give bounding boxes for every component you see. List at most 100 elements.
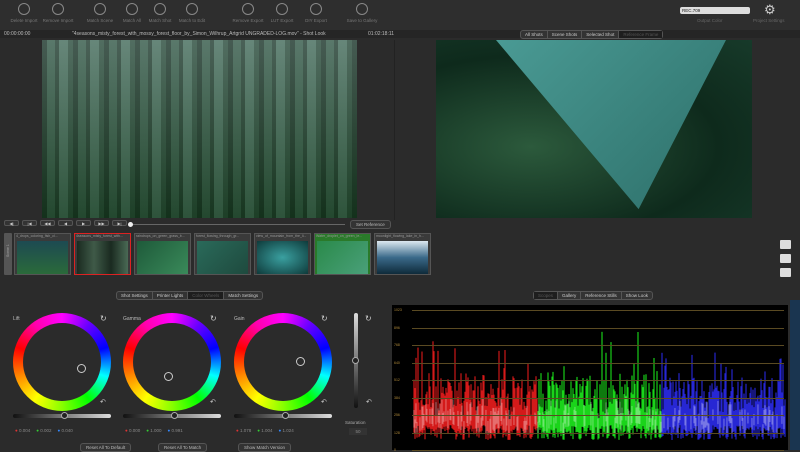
tool-5-button[interactable]: Match to Edit bbox=[172, 3, 212, 23]
blue-value[interactable]: 0.040 bbox=[61, 428, 72, 433]
transport-button-5[interactable]: ▶▶ bbox=[94, 220, 109, 226]
scope-gridline bbox=[412, 310, 784, 311]
lift-color-wheel[interactable] bbox=[13, 313, 111, 411]
gallery-icon bbox=[356, 3, 368, 15]
blue-value[interactable]: 0.991 bbox=[171, 428, 182, 433]
tab-match-settings[interactable]: Match Settings bbox=[224, 292, 262, 299]
scope-gridline bbox=[412, 362, 784, 364]
green-value[interactable]: 1.004 bbox=[261, 428, 272, 433]
shot-thumbnail[interactable]: forest_flowing_through_gr... bbox=[194, 233, 251, 275]
timeline-scrubber[interactable] bbox=[128, 222, 345, 227]
saturation-label: Saturation bbox=[345, 420, 366, 425]
green-value[interactable]: 0.002 bbox=[40, 428, 51, 433]
shot-thumbnail[interactable]: view_of_mountain_from_the_li... bbox=[254, 233, 311, 275]
match-shot-icon bbox=[154, 3, 166, 15]
tool-1-button[interactable]: Remove Import bbox=[38, 3, 78, 23]
reset-icon[interactable]: ↻ bbox=[210, 314, 217, 323]
leaf-image bbox=[496, 40, 726, 210]
blue-value[interactable]: 1.024 bbox=[282, 428, 293, 433]
scope-tabs: Scopes Gallery Reference Stills Show Loo… bbox=[533, 291, 654, 300]
undo-icon[interactable]: ↶ bbox=[321, 398, 327, 406]
delete-icon[interactable] bbox=[780, 240, 791, 249]
reset-icon[interactable]: ↻ bbox=[321, 314, 328, 323]
set-reference-button[interactable]: Set Reference bbox=[350, 220, 391, 229]
shot-thumbnail[interactable]: Water_droplet_on_green_le... bbox=[314, 233, 371, 275]
transport-button-3[interactable]: ◀ bbox=[58, 220, 73, 226]
shot-thumbnail[interactable]: 4seasons_misty_forest_with... bbox=[74, 233, 131, 275]
red-value[interactable]: 0.000 bbox=[129, 428, 140, 433]
gain-master-slider[interactable] bbox=[234, 412, 332, 419]
source-viewer[interactable] bbox=[42, 40, 357, 218]
shot-thumbnail[interactable]: 4_drops_coloring_fish_cl... bbox=[14, 233, 71, 275]
scope-tick: 384 bbox=[394, 395, 400, 400]
diy-export-icon bbox=[310, 3, 322, 15]
tab-shot-settings[interactable]: Shot Settings bbox=[117, 292, 153, 299]
saturation-value[interactable]: 50 bbox=[349, 428, 367, 435]
scope-tick: 768 bbox=[394, 343, 400, 347]
thumbnail-title: 4seasons_misty_forest_with... bbox=[76, 234, 123, 238]
reset-match-button[interactable]: Reset All To Match bbox=[158, 443, 208, 452]
output-color-select[interactable]: REC.709 bbox=[680, 7, 750, 14]
tab-reference-stills[interactable]: Reference Stills bbox=[581, 292, 622, 299]
playhead[interactable] bbox=[128, 222, 133, 227]
clip-filename: "4seasons_misty_forest_with_mossy_forest… bbox=[72, 31, 326, 37]
saturation-slider[interactable] bbox=[352, 313, 359, 408]
undo-icon[interactable]: ↶ bbox=[100, 398, 106, 406]
tab-printer-lights[interactable]: Printer Lights bbox=[153, 292, 189, 299]
wheel-puck[interactable] bbox=[164, 372, 173, 381]
remove-export-icon bbox=[242, 3, 254, 15]
green-value[interactable]: 1.000 bbox=[150, 428, 161, 433]
tab-all-shots[interactable]: All Shots bbox=[521, 31, 548, 38]
thumbnail-image bbox=[137, 241, 188, 274]
thumbnail-image bbox=[197, 241, 248, 274]
transport-button-2[interactable]: ◀◀ bbox=[40, 220, 55, 226]
lift-master-slider[interactable] bbox=[13, 412, 111, 419]
gamma-color-wheel[interactable] bbox=[123, 313, 221, 411]
tab-scene-shots[interactable]: Scene Shots bbox=[548, 31, 583, 38]
wheel-puck[interactable] bbox=[296, 357, 305, 366]
tab-reference-frame[interactable]: Reference Frame bbox=[619, 31, 663, 38]
thumbnail-title: forest_flowing_through_gr... bbox=[196, 234, 240, 238]
scope-gridline bbox=[412, 450, 784, 451]
scope-gridline bbox=[412, 432, 784, 434]
scope-tick: 128 bbox=[394, 430, 400, 435]
show-match-version-button[interactable]: Show Match Version bbox=[238, 443, 292, 452]
scope-tick: 1023 bbox=[394, 308, 402, 312]
wheel-label: Lift bbox=[13, 316, 20, 322]
scrollbar[interactable] bbox=[790, 300, 800, 450]
gain-color-wheel[interactable] bbox=[234, 313, 332, 411]
transport-button-4[interactable]: ▶ bbox=[76, 220, 91, 226]
tool-8-button[interactable]: DIY Export bbox=[296, 3, 336, 23]
transport-button-6[interactable]: ▶| bbox=[112, 220, 127, 226]
shot-thumbnail[interactable]: raindrops_on_green_grass_b... bbox=[134, 233, 191, 275]
transport-button-1[interactable]: |◀ bbox=[22, 220, 37, 226]
tab-show-look[interactable]: Show Look bbox=[622, 292, 652, 299]
tab-selected-shot[interactable]: Selected Shot bbox=[582, 31, 620, 38]
red-value[interactable]: 1.078 bbox=[240, 428, 251, 433]
thumbnail-image bbox=[257, 241, 308, 274]
clapper-icon[interactable] bbox=[780, 254, 791, 263]
thumbnail-image bbox=[17, 241, 68, 274]
reference-viewer[interactable] bbox=[436, 40, 752, 218]
saturation-undo-icon[interactable]: ↶ bbox=[366, 398, 372, 406]
reset-default-button[interactable]: Reset All To Default bbox=[80, 443, 132, 452]
saturation-reset-icon[interactable]: ↻ bbox=[365, 314, 372, 323]
tool-9-button[interactable]: Save to Gallery bbox=[342, 3, 382, 23]
output-color-value: REC.709 bbox=[682, 8, 701, 13]
tab-gallery[interactable]: Gallery bbox=[558, 292, 582, 299]
export-icon[interactable] bbox=[780, 268, 791, 277]
transport-button-0[interactable]: ◀| bbox=[4, 220, 19, 226]
tool-label: Remove Import bbox=[42, 18, 74, 23]
tab-scopes[interactable]: Scopes bbox=[534, 292, 559, 299]
undo-icon[interactable]: ↶ bbox=[210, 398, 216, 406]
tab-color-wheels[interactable]: Color Wheels bbox=[188, 292, 225, 299]
wheel-puck[interactable] bbox=[77, 364, 86, 373]
gear-icon[interactable]: ⚙ bbox=[764, 2, 776, 18]
scene-label-text: Scene 1 bbox=[6, 244, 10, 257]
reset-icon[interactable]: ↻ bbox=[100, 314, 107, 323]
scope-tick: 256 bbox=[394, 413, 400, 417]
gamma-master-slider[interactable] bbox=[123, 412, 221, 419]
output-color-label: Output Color bbox=[697, 18, 723, 23]
shot-thumbnail[interactable]: moonlight_flowing_lake_in_h... bbox=[374, 233, 431, 275]
red-value[interactable]: 0.004 bbox=[19, 428, 30, 433]
